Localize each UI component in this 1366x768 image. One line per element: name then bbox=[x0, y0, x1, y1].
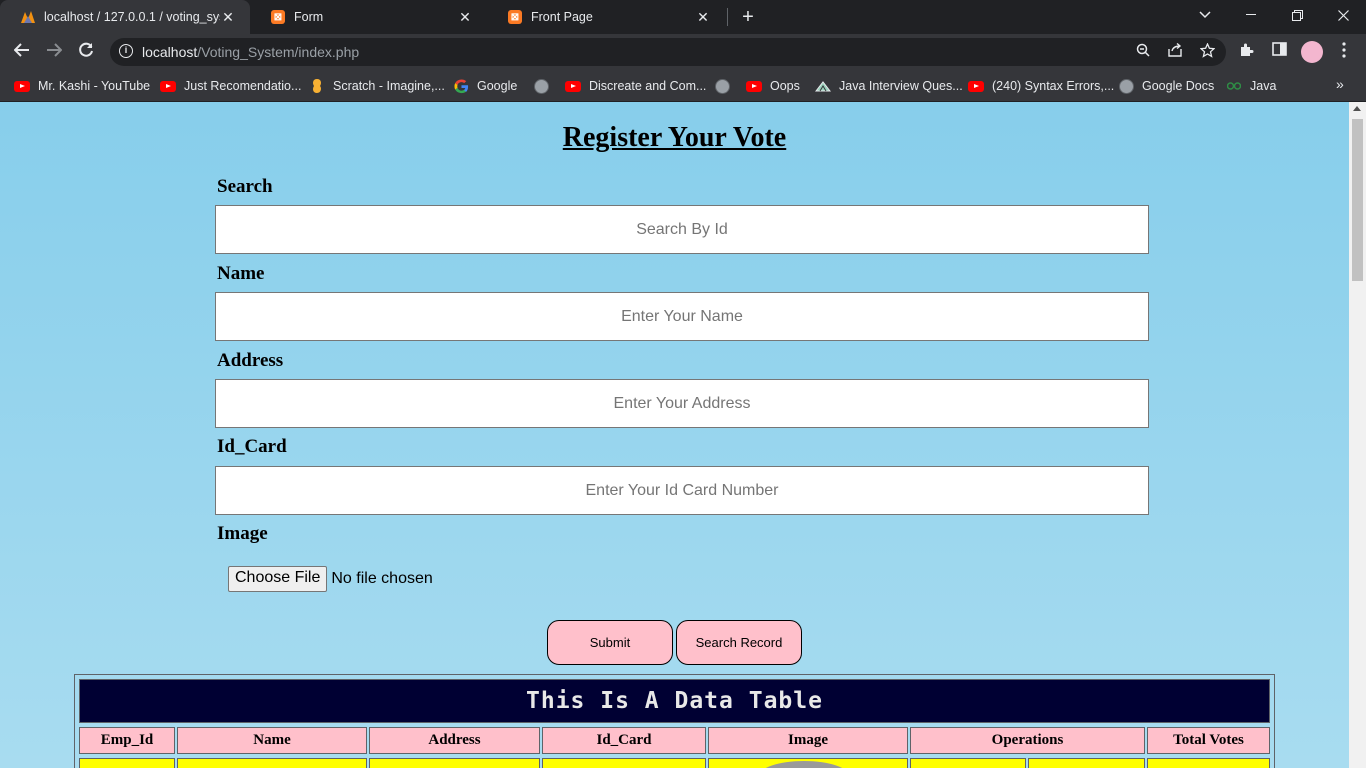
close-icon[interactable]: ✕ bbox=[220, 9, 236, 26]
tab-title: localhost / 127.0.0.1 / voting_syst bbox=[44, 10, 220, 24]
table-header-name: Name bbox=[177, 727, 367, 754]
page-title: Register Your Vote bbox=[562, 122, 787, 153]
bookmark-item[interactable] bbox=[714, 76, 738, 96]
bookmark-item[interactable]: Mr. Kashi - YouTube bbox=[14, 76, 150, 96]
tab-front-page[interactable]: ⊠ Front Page ✕ bbox=[487, 0, 725, 34]
url-text: localhost/Voting_System/index.php bbox=[142, 44, 360, 60]
table-header-address: Address bbox=[369, 727, 540, 754]
globe-icon bbox=[533, 78, 549, 94]
xampp-icon: ⊠ bbox=[270, 9, 286, 25]
choose-file-button[interactable]: Choose File bbox=[228, 566, 328, 592]
site-icon bbox=[815, 78, 831, 94]
phpmyadmin-icon bbox=[20, 9, 36, 25]
restore-button[interactable] bbox=[1274, 0, 1320, 30]
table-cell bbox=[1028, 758, 1145, 768]
side-panel-icon[interactable] bbox=[1269, 42, 1289, 62]
forward-arrow-icon[interactable] bbox=[42, 40, 66, 64]
table-header-image: Image bbox=[708, 727, 908, 754]
bookmarks-bar: Mr. Kashi - YouTube Just Recomendatio...… bbox=[0, 70, 1366, 102]
search-label: Search bbox=[217, 176, 273, 197]
table-header-operations: Operations bbox=[910, 727, 1145, 754]
globe-icon bbox=[714, 78, 730, 94]
minimize-button[interactable] bbox=[1228, 0, 1274, 30]
new-tab-button[interactable]: + bbox=[738, 6, 758, 28]
bookmark-item[interactable]: Java Interview Ques... bbox=[815, 76, 963, 96]
name-input[interactable] bbox=[215, 292, 1149, 341]
reload-icon[interactable] bbox=[74, 40, 98, 64]
table-cell bbox=[1147, 758, 1270, 768]
bookmarks-overflow-icon[interactable]: » bbox=[1336, 76, 1344, 92]
tab-phpmyadmin[interactable]: localhost / 127.0.0.1 / voting_syst ✕ bbox=[0, 0, 250, 34]
tab-title: Front Page bbox=[531, 10, 593, 24]
table-header-id-card: Id_Card bbox=[542, 727, 706, 754]
close-window-button[interactable] bbox=[1320, 0, 1366, 30]
table-cell-image bbox=[708, 758, 908, 768]
close-icon[interactable]: ✕ bbox=[695, 9, 711, 26]
image-file-input: Choose File No file chosen bbox=[228, 566, 433, 592]
bookmark-item[interactable]: Java bbox=[1226, 76, 1276, 96]
vertical-scrollbar[interactable] bbox=[1349, 102, 1366, 768]
bookmark-item[interactable] bbox=[533, 76, 557, 96]
search-record-button[interactable]: Search Record bbox=[676, 620, 802, 665]
table-cell bbox=[177, 758, 367, 768]
browser-toolbar: i localhost/Voting_System/index.php bbox=[0, 34, 1366, 70]
tab-divider bbox=[727, 8, 728, 26]
youtube-icon bbox=[746, 78, 762, 94]
bookmark-star-icon[interactable] bbox=[1198, 42, 1216, 61]
bookmark-item[interactable]: Google bbox=[453, 76, 517, 96]
search-input[interactable] bbox=[215, 205, 1149, 254]
youtube-icon bbox=[968, 78, 984, 94]
globe-icon bbox=[1118, 78, 1134, 94]
idcard-input[interactable] bbox=[215, 466, 1149, 515]
address-input[interactable] bbox=[215, 379, 1149, 428]
address-label: Address bbox=[217, 350, 284, 371]
profile-avatar[interactable] bbox=[1301, 41, 1323, 63]
bookmark-item[interactable]: Discreate and Com... bbox=[565, 76, 706, 96]
bookmark-item[interactable]: Oops bbox=[746, 76, 800, 96]
address-bar[interactable]: i localhost/Voting_System/index.php bbox=[110, 38, 1226, 66]
table-cell bbox=[542, 758, 706, 768]
table-cell bbox=[369, 758, 540, 768]
scrollbar-thumb[interactable] bbox=[1352, 119, 1363, 281]
site-info-icon[interactable]: i bbox=[119, 44, 133, 58]
bookmark-item[interactable]: Just Recomendatio... bbox=[160, 76, 301, 96]
bookmark-item[interactable]: Google Docs bbox=[1118, 76, 1214, 96]
more-menu-icon[interactable] bbox=[1334, 42, 1354, 62]
zoom-icon[interactable] bbox=[1134, 43, 1152, 61]
table-cell bbox=[79, 758, 175, 768]
page-viewport: Register Your Vote Search Name Address I… bbox=[0, 102, 1349, 768]
idcard-label: Id_Card bbox=[217, 436, 287, 457]
submit-button[interactable]: Submit bbox=[547, 620, 673, 665]
table-cell bbox=[910, 758, 1026, 768]
browser-tab-strip: localhost / 127.0.0.1 / voting_syst ✕ ⊠ … bbox=[0, 0, 1366, 34]
data-table: This Is A Data Table Emp_Id Name Address… bbox=[74, 674, 1275, 768]
name-label: Name bbox=[217, 263, 265, 284]
close-icon[interactable]: ✕ bbox=[457, 9, 473, 26]
table-header-emp-id: Emp_Id bbox=[79, 727, 175, 754]
tab-title: Form bbox=[294, 10, 324, 24]
back-arrow-icon[interactable] bbox=[10, 40, 34, 64]
bookmark-item[interactable]: Scratch - Imagine,... bbox=[309, 76, 445, 96]
table-caption: This Is A Data Table bbox=[79, 679, 1270, 723]
avatar bbox=[759, 761, 849, 768]
gfg-icon bbox=[1226, 78, 1242, 94]
youtube-icon bbox=[160, 78, 176, 94]
scroll-up-arrow-icon[interactable] bbox=[1353, 106, 1361, 111]
tab-search-chevron-icon[interactable] bbox=[1182, 0, 1228, 30]
tab-form[interactable]: ⊠ Form ✕ bbox=[250, 0, 487, 34]
scratch-icon bbox=[309, 78, 325, 94]
youtube-icon bbox=[565, 78, 581, 94]
image-label: Image bbox=[217, 523, 268, 544]
xampp-icon: ⊠ bbox=[507, 9, 523, 25]
bookmark-item[interactable]: (240) Syntax Errors,... bbox=[968, 76, 1114, 96]
share-icon[interactable] bbox=[1166, 42, 1184, 61]
file-status-text: No file chosen bbox=[331, 570, 433, 587]
extensions-puzzle-icon[interactable] bbox=[1237, 42, 1257, 62]
google-icon bbox=[453, 78, 469, 94]
youtube-icon bbox=[14, 78, 30, 94]
table-header-total-votes: Total Votes bbox=[1147, 727, 1270, 754]
